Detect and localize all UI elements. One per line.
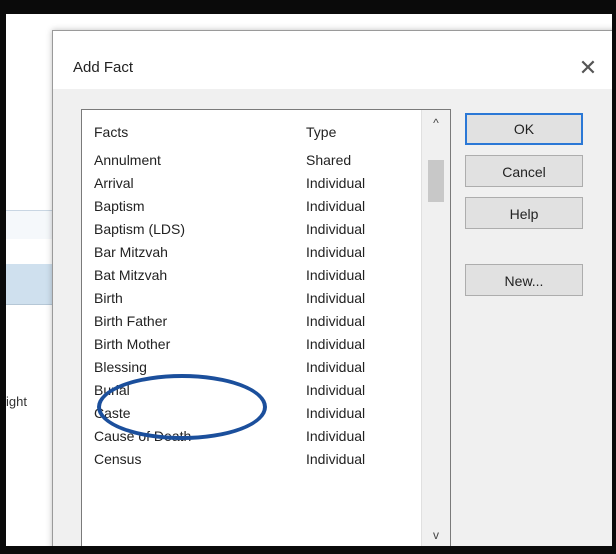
fact-name: Census (94, 451, 142, 467)
ok-button[interactable]: OK (465, 113, 583, 145)
dialog-title: Add Fact (73, 59, 134, 76)
list-item[interactable]: Birth Individual (82, 288, 412, 311)
list-item[interactable]: Bat Mitzvah Individual (82, 265, 412, 288)
fact-name: Cause of Death (94, 428, 192, 444)
list-item[interactable]: Annulment Shared (82, 150, 412, 173)
scroll-down-icon[interactable]: v (422, 528, 450, 542)
list-item[interactable]: Census Individual (82, 449, 412, 472)
column-header-type[interactable]: Type (306, 124, 336, 140)
fact-name: Burial (94, 382, 130, 398)
add-fact-dialog: Add Fact ✕ Facts Type Annulment Shared Ar… (52, 30, 612, 546)
fact-name: Blessing (94, 359, 147, 375)
fact-name: Bar Mitzvah (94, 244, 168, 260)
new-button[interactable]: New... (465, 264, 583, 296)
fact-type: Individual (306, 359, 366, 375)
list-item[interactable]: Cause of Death Individual (82, 426, 412, 449)
fact-type: Individual (306, 290, 366, 306)
fact-name: Baptism (LDS) (94, 221, 186, 237)
fact-type: Individual (306, 313, 366, 329)
fact-type: Individual (306, 267, 366, 283)
fact-type: Individual (306, 382, 366, 398)
list-item[interactable]: Baptism (LDS) Individual (82, 219, 412, 242)
fact-type: Individual (306, 198, 366, 214)
fact-name: Bat Mitzvah (94, 267, 168, 283)
help-button[interactable]: Help (465, 197, 583, 229)
fact-name: Caste (94, 405, 131, 421)
cancel-button[interactable]: Cancel (465, 155, 583, 187)
dialog-titlebar: Add Fact ✕ (53, 31, 612, 89)
fact-type: Individual (306, 221, 366, 237)
fact-type: Shared (306, 152, 352, 168)
list-item[interactable]: Caste Individual (82, 403, 412, 426)
list-item[interactable]: Arrival Individual (82, 173, 412, 196)
list-item[interactable]: Bar Mitzvah Individual (82, 242, 412, 265)
list-item[interactable]: Birth Father Individual (82, 311, 412, 334)
fact-type: Individual (306, 451, 366, 467)
fact-name: Birth Father (94, 313, 168, 329)
background-text-left: ight (6, 394, 27, 409)
fact-type: Individual (306, 428, 366, 444)
fact-type: Individual (306, 336, 366, 352)
fact-name: Annulment (94, 152, 161, 168)
close-icon[interactable]: ✕ (575, 55, 601, 81)
fact-name: Birth Mother (94, 336, 171, 352)
scroll-up-icon[interactable]: ^ (422, 116, 450, 130)
scroll-thumb[interactable] (428, 160, 444, 202)
facts-list[interactable]: Facts Type Annulment Shared Arrival Indivi… (81, 109, 451, 546)
list-item[interactable]: Birth Mother Individual (82, 334, 412, 357)
fact-type: Individual (306, 405, 366, 421)
facts-rows: Annulment Shared Arrival Individual Baptis… (82, 150, 412, 472)
screenshot-frame: ight e I Add Fact ✕ Facts Type Annulment… (0, 0, 616, 554)
fact-name: Birth (94, 290, 123, 306)
list-item[interactable]: Blessing Individual (82, 357, 412, 380)
fact-name: Arrival (94, 175, 134, 191)
fact-name: Baptism (94, 198, 145, 214)
fact-type: Individual (306, 175, 366, 191)
fact-type: Individual (306, 244, 366, 260)
list-item[interactable]: Burial Individual (82, 380, 412, 403)
column-header-facts[interactable]: Facts (94, 124, 128, 140)
list-item[interactable]: Baptism Individual (82, 196, 412, 219)
list-scrollbar[interactable]: ^ v (421, 110, 450, 546)
